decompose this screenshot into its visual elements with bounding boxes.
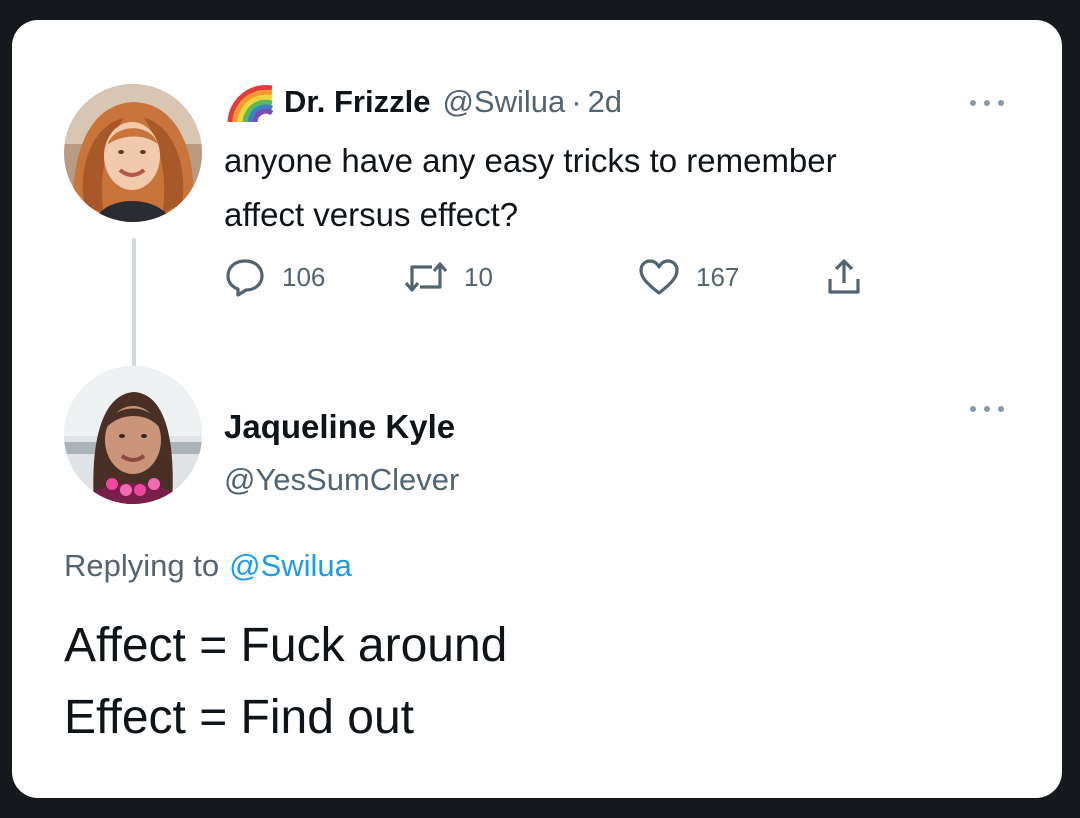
action-bar: 106 10 167	[224, 252, 924, 302]
reply-button[interactable]: 106	[224, 252, 325, 302]
tweet-card: Dr. Frizzle @Swilua · 2d anyone have any…	[12, 20, 1062, 798]
reply-user-handle[interactable]: @YesSumClever	[224, 462, 459, 498]
rainbow-emoji	[224, 80, 276, 124]
user-handle[interactable]: @Swilua	[442, 84, 565, 120]
separator-dot: ·	[571, 84, 582, 119]
replying-to-mention[interactable]: @Swilua	[229, 548, 352, 583]
retweet-count: 10	[464, 261, 493, 292]
thread-connector-line	[132, 238, 136, 372]
display-name[interactable]: Dr. Frizzle	[284, 84, 430, 120]
reply-tweet-text: Affect = Fuck around Effect = Find out	[64, 610, 507, 754]
retweet-button[interactable]: 10	[404, 252, 493, 302]
retweet-icon	[404, 259, 448, 295]
avatar-jaqueline-kyle[interactable]	[64, 366, 202, 504]
tweet-text-line: affect versus effect?	[224, 196, 519, 233]
reply-display-name[interactable]: Jaqueline Kyle	[224, 408, 455, 446]
reply-text-line: Affect = Fuck around	[64, 619, 508, 672]
avatar-dr-frizzle[interactable]	[64, 84, 202, 222]
timestamp[interactable]: 2d	[588, 84, 622, 120]
share-icon	[824, 257, 864, 297]
more-icon[interactable]	[970, 402, 1004, 416]
like-count: 167	[696, 261, 740, 292]
reply-count: 106	[282, 261, 326, 292]
like-icon	[638, 258, 680, 296]
more-icon[interactable]	[970, 96, 1004, 110]
reply-icon	[224, 257, 266, 297]
tweet-text-line: anyone have any easy tricks to remember	[224, 142, 837, 179]
like-button[interactable]: 167	[638, 252, 739, 302]
share-button[interactable]	[824, 252, 864, 302]
tweet-header: Dr. Frizzle @Swilua · 2d	[224, 78, 622, 126]
reply-text-line: Effect = Find out	[64, 691, 414, 744]
replying-to-line: Replying to @Swilua	[64, 548, 352, 584]
tweet-text: anyone have any easy tricks to remember …	[224, 134, 1004, 242]
replying-prefix: Replying to	[64, 548, 220, 583]
